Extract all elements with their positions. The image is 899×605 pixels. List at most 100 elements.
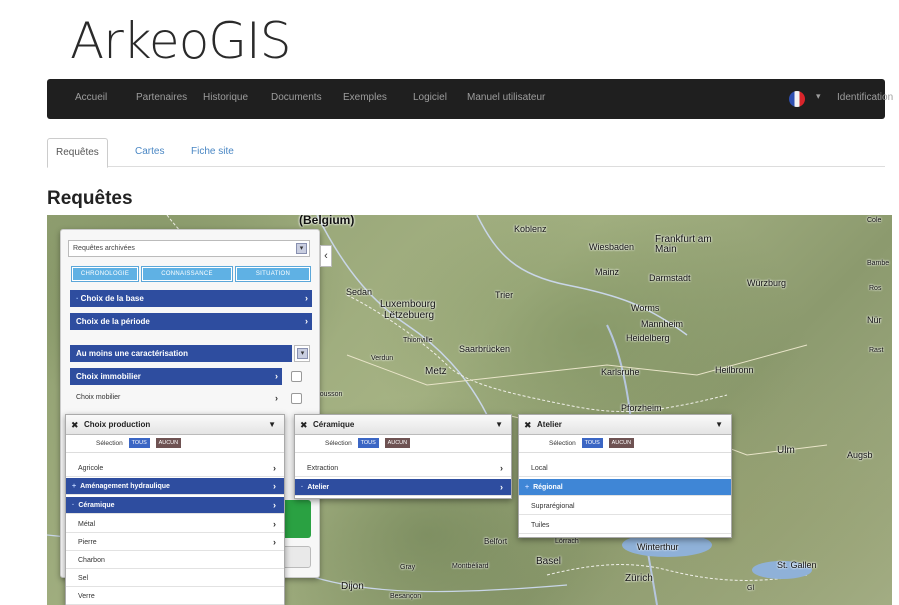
plus-icon: + (525, 484, 530, 491)
select-none-button[interactable]: AUCUN (155, 438, 182, 449)
chevron-down-icon[interactable]: ▼ (715, 415, 723, 435)
list-item[interactable]: Local (519, 460, 731, 477)
caracterisation-row[interactable]: Au moins une caractérisation (70, 345, 292, 362)
map-label: (Belgium) (299, 215, 355, 227)
map-label: Rast (869, 347, 884, 354)
submenu-header: ✖ Choix production ▼ (66, 415, 284, 435)
chevron-right-icon: › (275, 393, 278, 403)
search-button[interactable] (284, 500, 311, 538)
chevron-down-icon[interactable]: ▼ (268, 415, 276, 435)
list-item[interactable]: + Régional (519, 479, 731, 496)
map-label: Trier (495, 290, 514, 300)
choix-periode-row[interactable]: Choix de la période › (70, 313, 312, 330)
map-label: Basel (536, 556, 562, 567)
choix-immobilier-row[interactable]: Choix immobilier › (70, 368, 282, 385)
list-item[interactable]: Verre (66, 588, 284, 605)
choix-base-label: Choix de la base (80, 294, 144, 303)
map-label: Montbéliard (452, 563, 489, 570)
map-label: Ulm (777, 445, 795, 456)
map-label: Verdun (371, 355, 394, 362)
nav-historique[interactable]: Historique (203, 92, 248, 103)
close-icon[interactable]: ✖ (524, 415, 532, 435)
map-label: Würzburg (747, 278, 787, 288)
submenu-title: Atelier (537, 420, 562, 429)
collapse-panel-button[interactable]: ‹ (320, 245, 332, 267)
list-item[interactable]: Sel (66, 570, 284, 587)
map-label: Heilbronn (715, 365, 754, 375)
choix-immobilier-checkbox[interactable] (291, 371, 302, 382)
list-item-label: Aménagement hydraulique (80, 483, 170, 490)
list-item[interactable]: + Aménagement hydraulique › (66, 478, 284, 495)
submenu-header: ✖ Céramique ▼ (295, 415, 511, 435)
chevron-down-icon[interactable]: ▾ (296, 243, 307, 254)
select-none-button[interactable]: AUCUN (384, 438, 411, 449)
nav-partenaires[interactable]: Partenaires (136, 92, 187, 103)
map-label: Belfort (484, 537, 508, 546)
choix-immobilier-label: Choix immobilier (76, 372, 141, 381)
tab-cartes[interactable]: Cartes (127, 138, 172, 166)
list-item-label: Sel (78, 575, 89, 582)
map-label: Besançon (390, 593, 422, 600)
tab-connaissance[interactable]: CONNAISSANCE (141, 266, 233, 282)
selection-label: Sélection (325, 440, 352, 447)
list-item[interactable]: Extraction › (295, 460, 511, 477)
map-label: Gray (400, 564, 416, 571)
choix-mobilier-row[interactable]: Choix mobilier › (70, 390, 282, 406)
map-label: Gl (747, 585, 754, 592)
map-label: Koblenz (514, 224, 547, 234)
nav-manuel-utilisateur[interactable]: Manuel utilisateur (467, 92, 545, 103)
submenu-choix-production: ✖ Choix production ▼ Sélection TOUS AUCU… (65, 414, 285, 605)
map-label: Heidelberg (626, 333, 670, 343)
page-tabs: Requêtes Cartes Fiche site (47, 138, 885, 168)
map-label: Luxembourg (380, 299, 436, 310)
selection-row: Sélection TOUS AUCUN (519, 435, 731, 453)
map-label: Lëtzebuerg (384, 310, 435, 321)
nav-accueil[interactable]: Accueil (75, 92, 107, 103)
login-link[interactable]: Identification (837, 92, 893, 103)
tab-chronologie[interactable]: CHRONOLOGIE (71, 266, 139, 282)
map-label: Pforzheim (621, 403, 662, 413)
choix-base-row[interactable]: · Choix de la base › (70, 290, 312, 307)
list-item[interactable]: Pierre › (66, 534, 284, 551)
main-navbar: Accueil Partenaires Historique Documents… (47, 79, 893, 119)
list-item-label: Pierre (78, 539, 97, 546)
list-item-label: Agricole (78, 465, 104, 472)
plus-icon: + (72, 483, 77, 490)
select-all-button[interactable]: TOUS (357, 438, 379, 449)
list-item[interactable]: · Céramique › (66, 497, 284, 514)
map-label: Zürich (625, 573, 653, 584)
list-item[interactable]: Métal › (66, 516, 284, 533)
list-item[interactable]: · Atelier › (295, 479, 511, 496)
close-icon[interactable]: ✖ (71, 415, 79, 435)
saved-queries-select[interactable]: Requêtes archivées ▾ (68, 240, 310, 257)
list-item[interactable]: Charbon (66, 552, 284, 569)
select-all-button[interactable]: TOUS (128, 438, 150, 449)
close-icon[interactable]: ✖ (300, 415, 308, 435)
plus-icon: · (72, 502, 75, 509)
chevron-right-icon: › (305, 316, 308, 326)
tab-requetes[interactable]: Requêtes (47, 138, 108, 168)
nav-documents[interactable]: Documents (271, 92, 322, 103)
nav-exemples[interactable]: Exemples (343, 92, 387, 103)
choix-mobilier-checkbox[interactable] (291, 393, 302, 404)
select-all-button[interactable]: TOUS (581, 438, 603, 449)
brand-logo[interactable]: ArkeoGIS (70, 12, 292, 70)
list-item[interactable]: Suprarégional (519, 498, 731, 515)
choix-mobilier-label: Choix mobilier (76, 394, 121, 401)
map-label: Wiesbaden (589, 242, 635, 252)
nav-logiciel[interactable]: Logiciel (413, 92, 447, 103)
list-item[interactable]: Agricole › (66, 460, 284, 477)
chevron-right-icon: › (273, 519, 276, 529)
language-flag-icon[interactable] (789, 91, 805, 107)
map-label: Bambe (867, 260, 890, 267)
submenu-ceramique: ✖ Céramique ▼ Sélection TOUS AUCUN Extra… (294, 414, 512, 499)
chevron-down-icon[interactable]: ▾ (297, 348, 308, 359)
tab-fiche-site[interactable]: Fiche site (183, 138, 242, 166)
chevron-down-icon[interactable]: ▼ (495, 415, 503, 435)
language-caret-icon[interactable]: ▾ (816, 91, 821, 102)
list-item[interactable]: Tuiles (519, 517, 731, 534)
tab-situation[interactable]: SITUATION (235, 266, 311, 282)
caracterisation-dropdown[interactable]: ▾ (294, 345, 310, 362)
reset-button[interactable] (284, 546, 311, 568)
select-none-button[interactable]: AUCUN (608, 438, 635, 449)
